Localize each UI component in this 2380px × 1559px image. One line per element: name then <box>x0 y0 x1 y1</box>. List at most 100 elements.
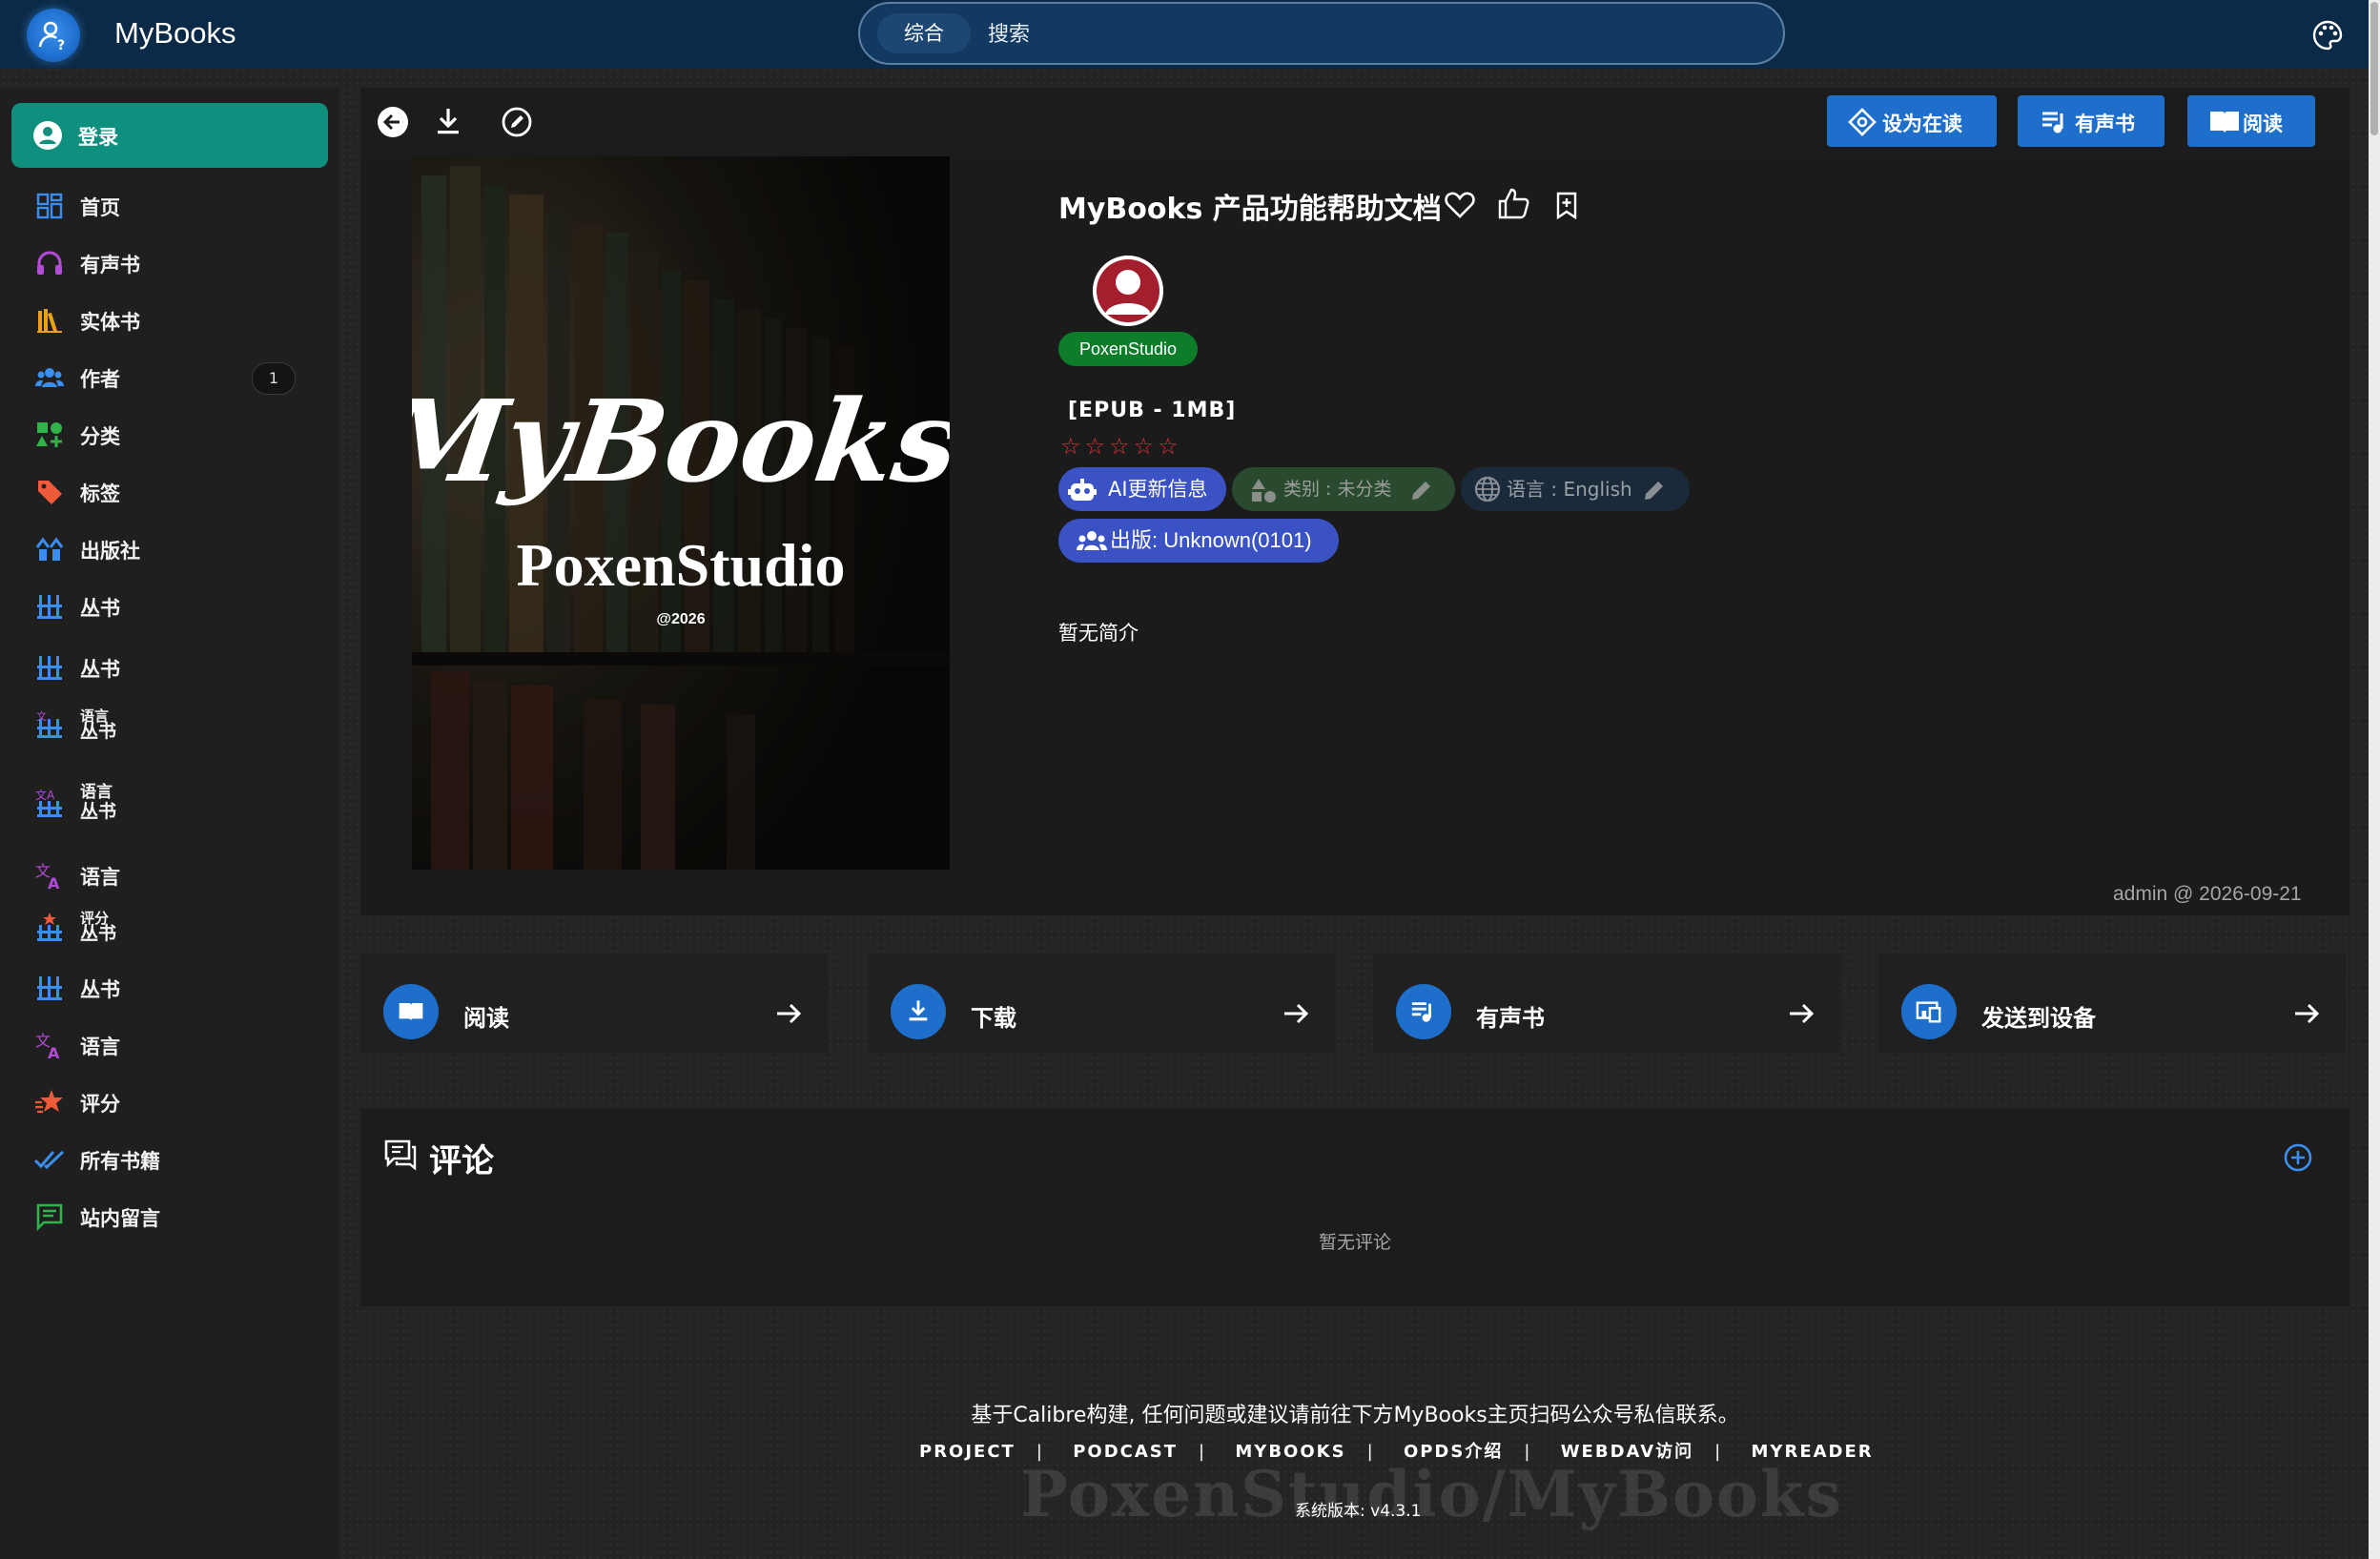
book-format: [EPUB - 1MB] <box>1068 399 1237 422</box>
page-scrollbar[interactable] <box>2369 0 2380 1559</box>
search-input[interactable] <box>986 13 1753 55</box>
author-chip[interactable]: PoxenStudio <box>1058 332 1198 366</box>
svg-text:?: ? <box>57 38 65 52</box>
palette-icon[interactable] <box>2311 19 2344 51</box>
login-button[interactable]: 登录 <box>11 103 328 168</box>
quick-action-download[interactable]: 下载 <box>868 954 1335 1053</box>
cover-title: MyBooks <box>412 376 950 507</box>
sidebar-item-messages[interactable]: 站内留言 <box>11 1188 328 1241</box>
quick-action-send-to-device[interactable]: 发送到设备 <box>1878 954 2346 1053</box>
sidebar-item-all-books[interactable]: 所有书籍 <box>11 1131 328 1184</box>
robot-icon <box>1068 479 1097 501</box>
download-icon[interactable] <box>431 105 465 139</box>
back-icon[interactable] <box>376 105 410 139</box>
sidebar-item-home[interactable]: 首页 <box>11 177 328 231</box>
footer-link-podcast[interactable]: PODCAST <box>1073 1442 1178 1462</box>
cover-year: @2026 <box>656 611 705 627</box>
ai-update-label: AI更新信息 <box>1108 478 1208 501</box>
book-toolbar: 设为在读 有声书 阅读 <box>360 88 2349 154</box>
sidebar-item-ratings[interactable]: 评分 <box>11 1074 328 1127</box>
sidebar-item-languages-2[interactable]: 文 A 语言 <box>11 1016 328 1070</box>
sidebar-item-label: 实体书 <box>80 311 140 334</box>
sidebar-item-label: 丛书 <box>80 978 120 1001</box>
sidebar-item-series-2[interactable]: 丛书 <box>11 639 328 692</box>
no-comments-text: 暂无评论 <box>1318 1232 1391 1253</box>
footer-link-project[interactable]: PROJECT <box>919 1442 1016 1462</box>
read-button[interactable]: 阅读 <box>2187 95 2315 147</box>
ai-update-chip[interactable]: AI更新信息 <box>1058 467 1226 511</box>
sidebar-item-label: 丛书 <box>80 721 117 742</box>
sidebar-item-physical-books[interactable]: 实体书 <box>11 292 328 345</box>
publisher-chip[interactable]: 出版: Unknown(0101) <box>1058 519 1339 563</box>
app-logo-icon[interactable]: ? <box>27 9 80 62</box>
language-label: 语言 : English <box>1507 478 1632 501</box>
translate-icon: 文 A <box>35 1032 60 1060</box>
sidebar-item-series[interactable]: 丛书 <box>11 578 328 631</box>
pencil-icon[interactable] <box>1409 478 1434 503</box>
sidebar-item-categories[interactable]: 分类 <box>11 406 328 460</box>
footer-link-opds[interactable]: OPDS介绍 <box>1404 1442 1503 1462</box>
sidebar-item-series-3[interactable]: 丛书 <box>11 959 328 1013</box>
search-scope-button[interactable]: 综合 <box>877 13 971 53</box>
footer-separator: | <box>1366 1442 1375 1462</box>
cover-subtitle: PoxenStudio <box>517 531 846 599</box>
quick-action-read[interactable]: 阅读 <box>360 954 828 1053</box>
grid-icon <box>36 193 63 219</box>
footer-link-myreader[interactable]: MYREADER <box>1752 1442 1874 1462</box>
scrollbar-thumb[interactable] <box>2370 2 2378 135</box>
footer-separator: | <box>1714 1442 1723 1462</box>
category-chip[interactable]: 类别 : 未分类 <box>1232 467 1455 511</box>
book-summary: 暂无简介 <box>1058 622 1139 645</box>
book-open-icon <box>2210 112 2239 133</box>
footer-notice: 基于Calibre构建, 任何问题或建议请前往下方MyBooks主页扫码公众号私… <box>971 1404 1739 1427</box>
playlist-icon <box>1396 984 1451 1039</box>
sidebar-item-label: 首页 <box>80 196 120 219</box>
bookmark-add-icon[interactable] <box>1552 191 1581 219</box>
people-icon <box>1077 531 1107 550</box>
translate-icon: 文 A <box>35 862 60 891</box>
edit-circle-icon[interactable] <box>500 105 534 139</box>
sidebar-item-language-series[interactable]: 文A 语言 丛书 <box>11 776 328 837</box>
comment-icon <box>384 1139 417 1171</box>
pencil-icon[interactable] <box>1642 478 1667 503</box>
book-cover[interactable]: MyBooks PoxenStudio @2026 <box>412 156 950 870</box>
svg-text:文A: 文A <box>35 788 55 802</box>
quick-action-label: 有声书 <box>1476 1005 1545 1032</box>
arrow-right-icon <box>1284 1003 1309 1024</box>
sidebar-item-series-language[interactable]: 文 语言 丛书 <box>11 698 328 759</box>
sidebar-item-languages[interactable]: 文 A 语言 <box>11 847 328 900</box>
sidebar-item-audiobooks[interactable]: 有声书 <box>11 235 328 288</box>
svg-text:A: A <box>48 874 60 891</box>
book-open-icon <box>383 984 439 1039</box>
rating-stars[interactable]: ☆☆☆☆☆ <box>1060 433 1182 460</box>
book-title: MyBooks 产品功能帮助文档 <box>1058 185 1442 227</box>
arrow-right-icon <box>777 1003 802 1024</box>
author-avatar[interactable] <box>1093 256 1163 326</box>
thumb-up-icon[interactable] <box>1497 187 1531 221</box>
sidebar-item-tags[interactable]: 标签 <box>11 463 328 517</box>
sidebar: 登录 首页 有声书 实体书 作者 1 分类 标签 出版社 丛书 丛书 文 语言 … <box>0 88 339 1559</box>
quick-action-label: 下载 <box>971 1005 1016 1032</box>
set-reading-button[interactable]: 设为在读 <box>1827 95 1997 147</box>
sidebar-item-authors[interactable]: 作者 1 <box>11 349 328 402</box>
headphones-icon <box>37 251 62 275</box>
app-title[interactable]: MyBooks <box>114 16 236 51</box>
audiobook-button[interactable]: 有声书 <box>2018 95 2165 147</box>
heart-icon[interactable] <box>1444 189 1476 221</box>
sidebar-item-label: 所有书籍 <box>80 1150 160 1173</box>
download-icon <box>891 984 946 1039</box>
sidebar-item-label: 站内留言 <box>80 1207 160 1230</box>
sidebar-item-label: 作者 <box>80 368 120 391</box>
account-circle-icon <box>33 121 62 150</box>
comments-title: 评论 <box>429 1142 494 1180</box>
footer-link-mybooks[interactable]: MYBOOKS <box>1235 1442 1345 1462</box>
add-comment-icon[interactable] <box>2283 1142 2313 1173</box>
language-chip[interactable]: 语言 : English <box>1461 467 1690 511</box>
series-icon <box>37 656 62 680</box>
quick-action-audiobook[interactable]: 有声书 <box>1373 954 1840 1053</box>
series-language-icon: 文 <box>36 709 62 738</box>
sidebar-item-label: 评分 <box>80 1093 120 1116</box>
sidebar-item-series-rating[interactable]: 评分 丛书 <box>11 900 328 961</box>
sidebar-item-publishers[interactable]: 出版社 <box>11 521 328 574</box>
footer-link-webdav[interactable]: WEBDAV访问 <box>1561 1442 1693 1462</box>
